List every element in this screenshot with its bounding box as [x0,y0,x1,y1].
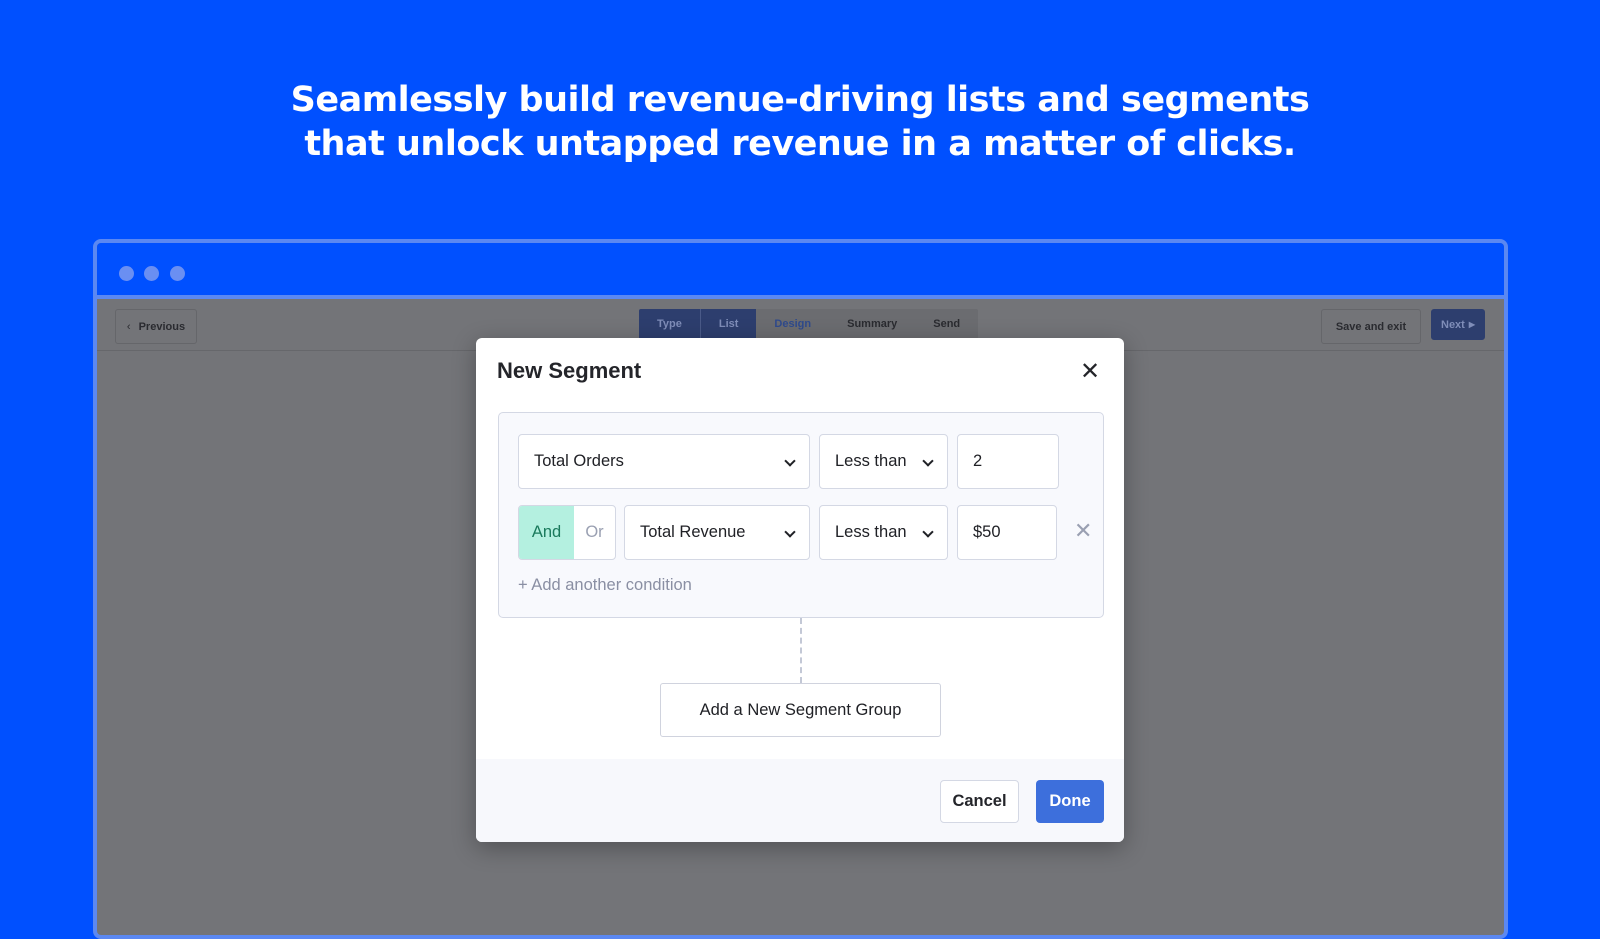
and-or-toggle: And Or [518,505,616,560]
next-label: Next [1441,318,1465,331]
step-list[interactable]: List [699,309,757,339]
condition-field-select[interactable]: Total Orders [518,434,810,489]
field-value: Total Orders [534,452,624,470]
condition-operator-select[interactable]: Less than [819,434,948,489]
chevron-down-icon [784,454,796,467]
input-value: 2 [973,452,983,470]
step-progress: Type List Design Summary Send [639,309,979,339]
remove-condition-icon[interactable]: ✕ [1074,518,1092,544]
input-value: $50 [973,523,1001,541]
field-value: Total Revenue [640,523,746,541]
or-option[interactable]: Or [574,506,615,559]
operator-value: Less than [835,452,907,470]
window-dot-icon [119,266,134,281]
close-icon[interactable]: ✕ [1080,360,1100,384]
window-dot-icon [170,266,185,281]
cancel-button[interactable]: Cancel [940,780,1019,823]
segment-group: Total Orders Less than 2 And Or Total Re… [498,412,1104,618]
condition-value-input[interactable]: $50 [957,505,1057,560]
condition-field-select[interactable]: Total Revenue [624,505,810,560]
step-type[interactable]: Type [639,309,700,339]
modal-title: New Segment [497,358,642,383]
and-option[interactable]: And [519,506,574,559]
headline-line-1: Seamlessly build revenue-driving lists a… [290,80,1310,120]
condition-operator-select[interactable]: Less than [819,505,948,560]
previous-button[interactable]: ‹ Previous [115,309,197,344]
chevron-left-icon: ‹ [126,320,131,333]
add-condition-link[interactable]: + Add another condition [518,576,692,595]
caret-right-icon: ▶ [1468,320,1475,329]
step-send[interactable]: Send [915,309,978,339]
previous-label: Previous [138,320,186,333]
add-segment-group-button[interactable]: Add a New Segment Group [660,683,941,737]
condition-value-input[interactable]: 2 [957,434,1059,489]
window-titlebar [97,243,1504,299]
headline-line-2: that unlock untapped revenue in a matter… [304,124,1296,164]
new-segment-modal: New Segment ✕ Total Orders Less than 2 A… [476,338,1124,842]
done-button[interactable]: Done [1036,780,1104,823]
modal-footer: Cancel Done [476,759,1124,842]
step-design[interactable]: Design [756,309,829,339]
save-and-exit-button[interactable]: Save and exit [1321,309,1421,344]
chevron-down-icon [784,525,796,538]
next-button[interactable]: Next ▶ [1431,309,1485,340]
chevron-down-icon [922,454,934,467]
group-connector-line [800,618,802,683]
step-summary[interactable]: Summary [829,309,915,339]
operator-value: Less than [835,523,907,541]
chevron-down-icon [922,525,934,538]
window-dot-icon [144,266,159,281]
